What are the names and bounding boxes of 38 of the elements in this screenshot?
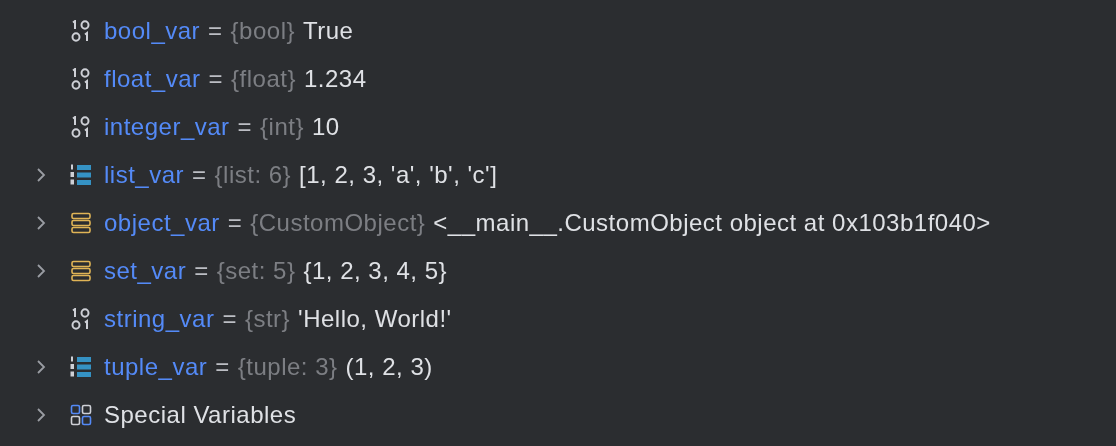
variable-value: <__main__.CustomObject object at 0x103b1f040> bbox=[433, 208, 991, 238]
variable-type: {int} bbox=[260, 112, 304, 142]
equals-sign: = bbox=[215, 352, 230, 382]
variable-name: set_var bbox=[104, 256, 187, 286]
chevron-right-icon[interactable] bbox=[36, 215, 46, 231]
equals-sign: = bbox=[194, 256, 209, 286]
variable-value: 'Hello, World!' bbox=[298, 304, 452, 334]
variable-type: {set: 5} bbox=[216, 256, 296, 286]
variable-name: list_var bbox=[104, 160, 185, 190]
variable-type: {tuple: 3} bbox=[237, 352, 338, 382]
variable-name: float_var bbox=[104, 64, 201, 94]
variable-name: integer_var bbox=[104, 112, 230, 142]
variable-value: 1.234 bbox=[304, 64, 367, 94]
equals-sign: = bbox=[227, 208, 243, 238]
group-label: Special Variables bbox=[104, 400, 297, 430]
equals-sign: = bbox=[208, 64, 224, 94]
variable-value: [1, 2, 3, 'a', 'b', 'c'] bbox=[299, 160, 498, 190]
variable-type: {CustomObject} bbox=[250, 208, 426, 238]
variable-value: {1, 2, 3, 4, 5} bbox=[303, 256, 448, 286]
variable-type: {list: 6} bbox=[214, 160, 292, 190]
variable-type: {float} bbox=[231, 64, 296, 94]
chevron-right-icon[interactable] bbox=[36, 407, 46, 423]
variable-name: tuple_var bbox=[104, 352, 208, 382]
variable-value: (1, 2, 3) bbox=[345, 352, 433, 382]
variable-type: {str} bbox=[244, 304, 291, 334]
variable-value: True bbox=[303, 16, 354, 46]
chevron-right-icon[interactable] bbox=[36, 359, 46, 375]
variable-name: object_var bbox=[104, 208, 220, 238]
chevron-right-icon[interactable] bbox=[36, 167, 46, 183]
variable-name: string_var bbox=[104, 304, 215, 334]
equals-sign: = bbox=[237, 112, 253, 142]
equals-sign: = bbox=[208, 16, 223, 46]
variable-type: {bool} bbox=[230, 16, 295, 46]
variable-name: bool_var bbox=[104, 16, 201, 46]
equals-sign: = bbox=[222, 304, 237, 334]
chevron-right-icon[interactable] bbox=[36, 263, 46, 279]
variable-value: 10 bbox=[312, 112, 340, 142]
equals-sign: = bbox=[192, 160, 207, 190]
